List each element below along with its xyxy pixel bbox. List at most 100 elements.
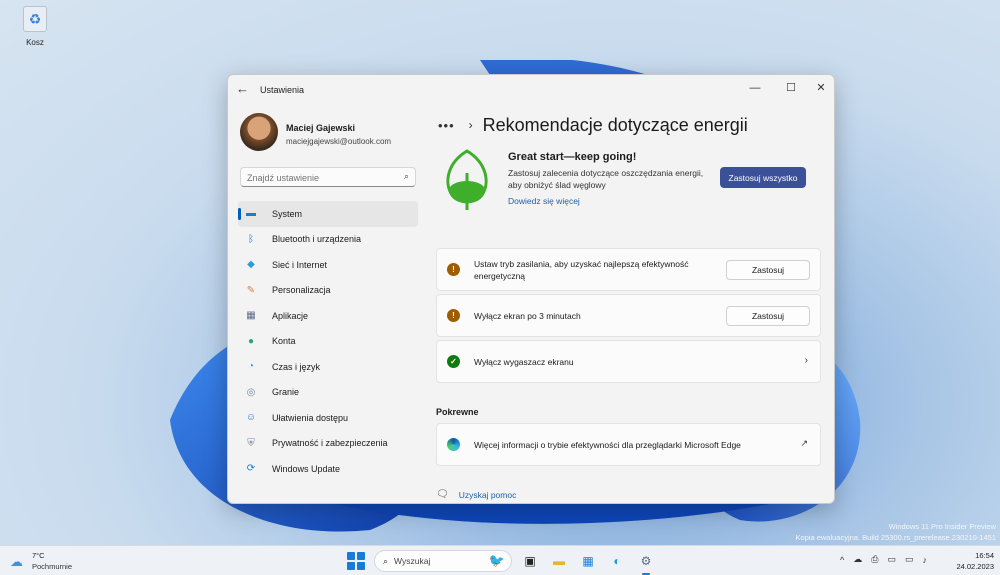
search-highlight-icon: 🐦 — [488, 553, 505, 568]
gamepad-icon: ◎ — [246, 386, 256, 398]
edge-link-text: Więcej informacji o trybie efektywności … — [474, 439, 741, 450]
bluetooth-icon: ᛒ — [248, 233, 254, 245]
user-profile[interactable]: Maciej Gajewski maciejgajewski@outlook.c… — [240, 113, 430, 153]
warning-icon: ! — [447, 309, 460, 322]
sidebar-item-1[interactable]: ᛒ Bluetooth i urządzenia — [238, 227, 418, 253]
person-icon: ● — [247, 335, 255, 347]
breadcrumb: ••• › Rekomendacje dotyczące energii — [438, 113, 748, 137]
learn-more-link[interactable]: Dowiedz się więcej — [508, 196, 580, 206]
title-bar: ← Ustawienia — ☐ ✕ — [228, 75, 834, 105]
maximize-button[interactable]: ☐ — [778, 79, 804, 97]
sidebar-item-label: Prywatność i zabezpieczenia — [272, 438, 388, 449]
cloud-icon: ☁ — [10, 554, 23, 569]
sidebar-item-2[interactable]: ◆ Sieć i Internet — [238, 252, 418, 278]
network-icon[interactable]: ▭ — [905, 554, 914, 565]
sidebar-item-label: Bluetooth i urządzenia — [272, 234, 362, 245]
leaf-icon — [446, 149, 488, 210]
weather-desc: Pochmurnie — [32, 562, 73, 571]
recommendation-card: ! Wyłącz ekran po 3 minutach Zastosuj — [436, 294, 821, 337]
avatar — [240, 113, 278, 151]
recommendation-card[interactable]: ✓ Wyłącz wygaszacz ekranu › — [436, 340, 821, 383]
related-heading: Pokrewne — [436, 407, 479, 417]
get-help-link[interactable]: Uzyskaj pomoc — [459, 490, 517, 500]
search-icon: ⌕ — [383, 555, 389, 566]
hero-heading: Great start—keep going! — [508, 151, 637, 163]
sidebar-item-0[interactable]: ▬ System — [238, 201, 418, 227]
clock-time: 16:54 — [975, 551, 994, 560]
recommendation-text: Wyłącz ekran po 3 minutach — [474, 310, 581, 321]
sidebar-item-7[interactable]: ◎ Granie — [238, 380, 418, 406]
build-watermark: Windows 11 Pro Insider Preview Kopia ewa… — [795, 521, 996, 543]
sidebar: Maciej Gajewski maciejgajewski@outlook.c… — [228, 105, 428, 503]
sidebar-item-9[interactable]: ⛨ Prywatność i zabezpieczenia — [238, 431, 418, 457]
apply-button[interactable]: Zastosuj — [726, 260, 810, 280]
recycle-bin[interactable]: ♻ Kosz — [14, 6, 56, 47]
recommendation-card: ! Ustaw tryb zasilania, aby uzyskać najle… — [436, 248, 821, 291]
sidebar-item-3[interactable]: ✎ Personalizacja — [238, 278, 418, 304]
get-help[interactable]: 🗨 Uzyskaj pomoc — [436, 489, 516, 500]
store-icon[interactable]: ▦ — [577, 550, 599, 572]
watermark-line-2: Kopia ewaluacyjna. Build 25300.rs_prerel… — [795, 533, 996, 542]
breadcrumb-chevron-icon: › — [468, 118, 473, 132]
checkmark-icon: ✓ — [447, 355, 460, 368]
sidebar-item-6[interactable]: ◔ Czas i język — [238, 354, 418, 380]
sidebar-item-label: Personalizacja — [272, 285, 331, 296]
search-input[interactable] — [241, 169, 391, 187]
help-icon: 🗨 — [436, 489, 449, 500]
sidebar-item-4[interactable]: ▦ Aplikacje — [238, 303, 418, 329]
recycle-bin-icon: ♻ — [23, 6, 47, 32]
warning-icon: ! — [447, 263, 460, 276]
recommendation-text: Ustaw tryb zasilania, aby uzyskać najlep… — [474, 258, 689, 281]
taskbar-search[interactable]: ⌕ Wyszukaj 🐦 — [374, 550, 512, 572]
recommendation-text: Wyłącz wygaszacz ekranu — [474, 356, 574, 367]
sidebar-item-label: System — [272, 208, 303, 219]
battery-icon[interactable]: ▭ — [887, 554, 896, 565]
sidebar-item-label: Windows Update — [272, 463, 341, 474]
clock[interactable]: 16:54 24.02.2023 — [956, 550, 994, 572]
hero-description: Zastosuj zalecenia dotyczące oszczędzani… — [508, 168, 704, 190]
file-explorer-icon[interactable]: ▬ — [548, 550, 570, 572]
edge-efficiency-card[interactable]: Więcej informacji o trybie efektywności … — [436, 423, 821, 466]
wifi-icon: ◆ — [247, 259, 255, 271]
chevron-right-icon: › — [804, 355, 808, 366]
sidebar-item-label: Ułatwienia dostępu — [272, 412, 349, 423]
clock-date: 24.02.2023 — [956, 562, 994, 571]
accessibility-icon: ☺ — [245, 412, 257, 424]
profile-name: Maciej Gajewski — [286, 123, 356, 133]
settings-search: ⌕ — [240, 167, 416, 187]
minimize-button[interactable]: — — [742, 79, 768, 97]
system-icon: ▬ — [246, 208, 256, 220]
volume-icon[interactable]: ♪ — [922, 555, 927, 565]
weather-temp: 7°C — [32, 551, 45, 560]
brush-icon: ✎ — [246, 284, 256, 296]
apply-all-button[interactable]: Zastosuj wszystko — [720, 167, 806, 188]
taskbar-center: ⌕ Wyszukaj 🐦 ▣ ▬ ▦ ◐ ⚙ — [346, 549, 657, 575]
printer-icon[interactable]: ⎙ — [871, 554, 878, 565]
nav-list: ▬ System ᛒ Bluetooth i urządzenia ◆ Sieć i In… — [238, 201, 418, 482]
shield-icon: ⛨ — [247, 437, 255, 449]
recycle-bin-label: Kosz — [26, 38, 44, 47]
sidebar-item-10[interactable]: ⟳ Windows Update — [238, 456, 418, 482]
task-view-icon[interactable]: ▣ — [519, 550, 541, 572]
edge-taskbar-icon[interactable]: ◐ — [606, 550, 628, 572]
system-tray: ^ ☁ ⎙ ▭ ▭ ♪ — [840, 554, 936, 565]
start-button[interactable] — [346, 551, 366, 571]
edge-icon — [447, 438, 460, 451]
sidebar-item-label: Czas i język — [272, 361, 321, 372]
taskbar: ☁ 7°C Pochmurnie ⌕ Wyszukaj 🐦 ▣ ▬ ▦ ◐ ⚙ … — [0, 545, 1000, 575]
sidebar-item-label: Aplikacje — [272, 310, 309, 321]
profile-email: maciejgajewski@outlook.com — [286, 137, 392, 146]
settings-taskbar-icon[interactable]: ⚙ — [635, 550, 657, 575]
search-icon[interactable]: ⌕ — [404, 171, 409, 182]
chevron-up-icon[interactable]: ^ — [840, 555, 844, 565]
back-arrow-icon[interactable]: ← — [236, 81, 250, 96]
sidebar-item-5[interactable]: ● Konta — [238, 329, 418, 355]
watermark-line-1: Windows 11 Pro Insider Preview — [888, 522, 996, 531]
apply-button[interactable]: Zastosuj — [726, 306, 810, 326]
close-button[interactable]: ✕ — [808, 79, 834, 97]
breadcrumb-more-button[interactable]: ••• — [438, 118, 455, 133]
windows-logo-icon — [347, 552, 355, 560]
sidebar-item-8[interactable]: ☺ Ułatwienia dostępu — [238, 405, 418, 431]
onedrive-icon[interactable]: ☁ — [853, 554, 862, 565]
globe-clock-icon: ◔ — [247, 361, 255, 373]
